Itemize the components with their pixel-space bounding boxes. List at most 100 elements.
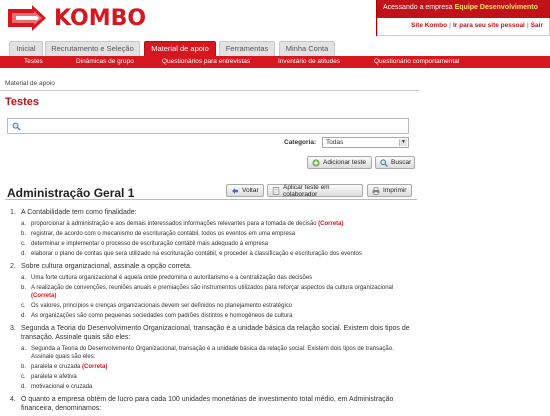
answer-option: c. Os valores, princípios e crenças organ…: [21, 302, 412, 310]
account-links: Site Kombo | Ir para seu site pessoal | Sair: [377, 18, 550, 36]
option-letter: b.: [21, 231, 27, 237]
option-text: paralela e afetiva: [31, 374, 77, 380]
print-button-label: Imprimir: [383, 187, 407, 194]
apply-test-button[interactable]: Aplicar teste em colaborador: [267, 183, 363, 198]
option-text: Os valores, princípios e crenças organiz…: [31, 303, 293, 309]
question-item: 4. O quanto a empresa obtém de lucro para…: [10, 395, 412, 413]
answer-option: c. determinar e implementar o processo de…: [21, 240, 412, 248]
question-statement: O quanto a empresa obtém de lucro para c…: [21, 396, 394, 412]
option-text-wrap: paralela e afetiva: [31, 373, 77, 381]
apply-test-label: Aplicar teste em colaborador: [283, 183, 330, 198]
tab-inicial[interactable]: Inicial: [9, 41, 43, 56]
option-text: As organizações são como pequenas socied…: [31, 313, 293, 319]
option-letter: a.: [21, 221, 27, 227]
option-letter: b.: [21, 285, 27, 291]
search-icon: [12, 122, 21, 131]
answer-option: c. paralela e afetiva: [21, 373, 412, 381]
subnav-dinamicas[interactable]: Dinâmicas de grupo: [76, 58, 134, 65]
option-letter: d.: [21, 384, 27, 390]
question-statement: A Contabilidade tem como finalidade:: [21, 209, 137, 216]
option-list: a. proporcionar à administração e aos dem…: [21, 220, 412, 258]
divider: [5, 199, 417, 200]
tab-recrutamento[interactable]: Recrutamento e Seleção: [45, 41, 140, 56]
answer-option: b. registrar, de acordo com o mecanismo d…: [21, 230, 412, 238]
back-button-label: Voltar: [242, 187, 259, 194]
subnav-questionario-comportamental[interactable]: Questionário comportamental: [374, 58, 459, 65]
link-personal-site[interactable]: Ir para seu site pessoal: [453, 22, 525, 29]
account-company-line: Acessando a empresa Equipe Desenvolvimen…: [377, 0, 550, 18]
subnav-questionarios[interactable]: Questionários para entrevistas: [162, 58, 250, 65]
option-text-wrap: registrar, de acordo com o mecanismo de …: [31, 230, 295, 238]
sub-navigation: Testes Dinâmicas de grupo Questionários …: [0, 56, 550, 68]
divider: [0, 90, 419, 91]
tab-ferramentas[interactable]: Ferramentas: [219, 41, 275, 56]
category-selected-value: Todas: [326, 139, 344, 146]
question-statement: Sobre cultura organizacional, assinale a…: [21, 263, 192, 270]
subnav-inventario[interactable]: Inventário de atitudes: [278, 58, 340, 65]
answer-option: b. paralela e cruzada (Correta): [21, 363, 412, 371]
link-site-kombo[interactable]: Site Kombo: [411, 22, 447, 29]
option-list: a. Segunda a Teoria do Desenvolvimento Or…: [21, 345, 412, 391]
document-icon: [272, 186, 280, 195]
answer-option: d. motivacional e cruzada: [21, 383, 412, 391]
option-text-wrap: Segunda a Teoria do Desenvolvimento Orga…: [31, 345, 412, 361]
answer-option: d. elaborar o plano de contas que será ut…: [21, 250, 412, 258]
answer-option: a. Uma forte cultura organizacional é aqu…: [21, 274, 412, 282]
tab-material-de-apoio[interactable]: Material de apoio: [144, 41, 216, 56]
option-letter: a.: [21, 275, 27, 281]
question-number: 1.: [10, 209, 16, 216]
answer-option: d. As organizações são como pequenas soci…: [21, 312, 412, 320]
option-text: paralela e cruzada: [31, 364, 81, 370]
question-statement: Segunda a Teoria do Desenvolvimento Orga…: [21, 325, 410, 341]
option-text: proporcionar à administração e aos demai…: [31, 221, 317, 227]
category-select[interactable]: Todas ▼: [322, 137, 409, 148]
test-title: Administração Geral 1: [7, 186, 135, 200]
plus-icon: [312, 158, 320, 167]
option-letter: c.: [21, 303, 26, 309]
link-logout[interactable]: Sair: [531, 22, 543, 29]
option-text: motivacional e cruzada: [31, 384, 93, 390]
answer-option: a. Segunda a Teoria do Desenvolvimento Or…: [21, 345, 412, 361]
option-list: a. Uma forte cultura organizacional é aqu…: [21, 274, 412, 320]
option-letter: d.: [21, 313, 27, 319]
option-letter: a.: [21, 346, 27, 352]
option-text-wrap: A realização de convenções, reuniões anu…: [31, 284, 412, 300]
search-button[interactable]: Buscar: [375, 156, 415, 169]
back-button[interactable]: Voltar: [226, 184, 264, 197]
option-letter: b.: [21, 364, 27, 370]
question-number: 3.: [10, 325, 16, 332]
subnav-testes[interactable]: Testes: [24, 58, 43, 65]
question-item: 2. Sobre cultura organizacional, assinale…: [10, 262, 412, 320]
question-text: 2. Sobre cultura organizacional, assinale…: [10, 262, 412, 271]
breadcrumb[interactable]: Material de apoio: [5, 80, 55, 87]
correct-answer-badge: (Correta): [318, 221, 344, 227]
option-text-wrap: Os valores, princípios e crenças organiz…: [31, 302, 292, 310]
option-text-wrap: proporcionar à administração e aos demai…: [31, 220, 344, 228]
option-text-wrap: determinar e implementar o processo de e…: [31, 240, 268, 248]
main-tabs: Inicial Recrutamento e Seleção Material …: [0, 41, 550, 56]
kombo-logo[interactable]: KOMBO: [6, 3, 146, 33]
tab-minha-conta[interactable]: Minha Conta: [279, 41, 335, 56]
correct-answer-badge: (Correta): [31, 293, 57, 299]
page-title: Testes: [5, 96, 40, 108]
correct-answer-badge: (Correta): [82, 364, 108, 370]
option-text: A realização de convenções, reuniões anu…: [31, 285, 394, 291]
option-text: elaborar o plano de contas que será util…: [31, 251, 362, 257]
account-box: Acessando a empresa Equipe Desenvolvimen…: [376, 0, 550, 36]
search-input[interactable]: [7, 118, 409, 134]
print-button[interactable]: Imprimir: [367, 184, 412, 197]
option-text-wrap: elaborar o plano de contas que será util…: [31, 250, 362, 258]
account-company: Equipe Desenvolvimento: [454, 4, 538, 11]
answer-option: a. proporcionar à administração e aos dem…: [21, 220, 412, 228]
add-test-button[interactable]: Adicionar teste: [307, 156, 372, 169]
option-text: registrar, de acordo com o mecanismo de …: [31, 231, 296, 237]
option-text-wrap: paralela e cruzada (Correta): [31, 363, 107, 371]
question-text: 1. A Contabilidade tem como finalidade:: [10, 208, 412, 217]
logo-text: KOMBO: [54, 5, 147, 31]
answer-option: b. A realização de convenções, reuniões a…: [21, 284, 412, 300]
option-letter: d.: [21, 251, 27, 257]
arrow-left-icon: [232, 187, 238, 194]
category-label: Categoria:: [284, 139, 317, 146]
option-text: Segunda a Teoria do Desenvolvimento Orga…: [31, 346, 394, 360]
option-text-wrap: As organizações são como pequenas socied…: [31, 312, 293, 320]
